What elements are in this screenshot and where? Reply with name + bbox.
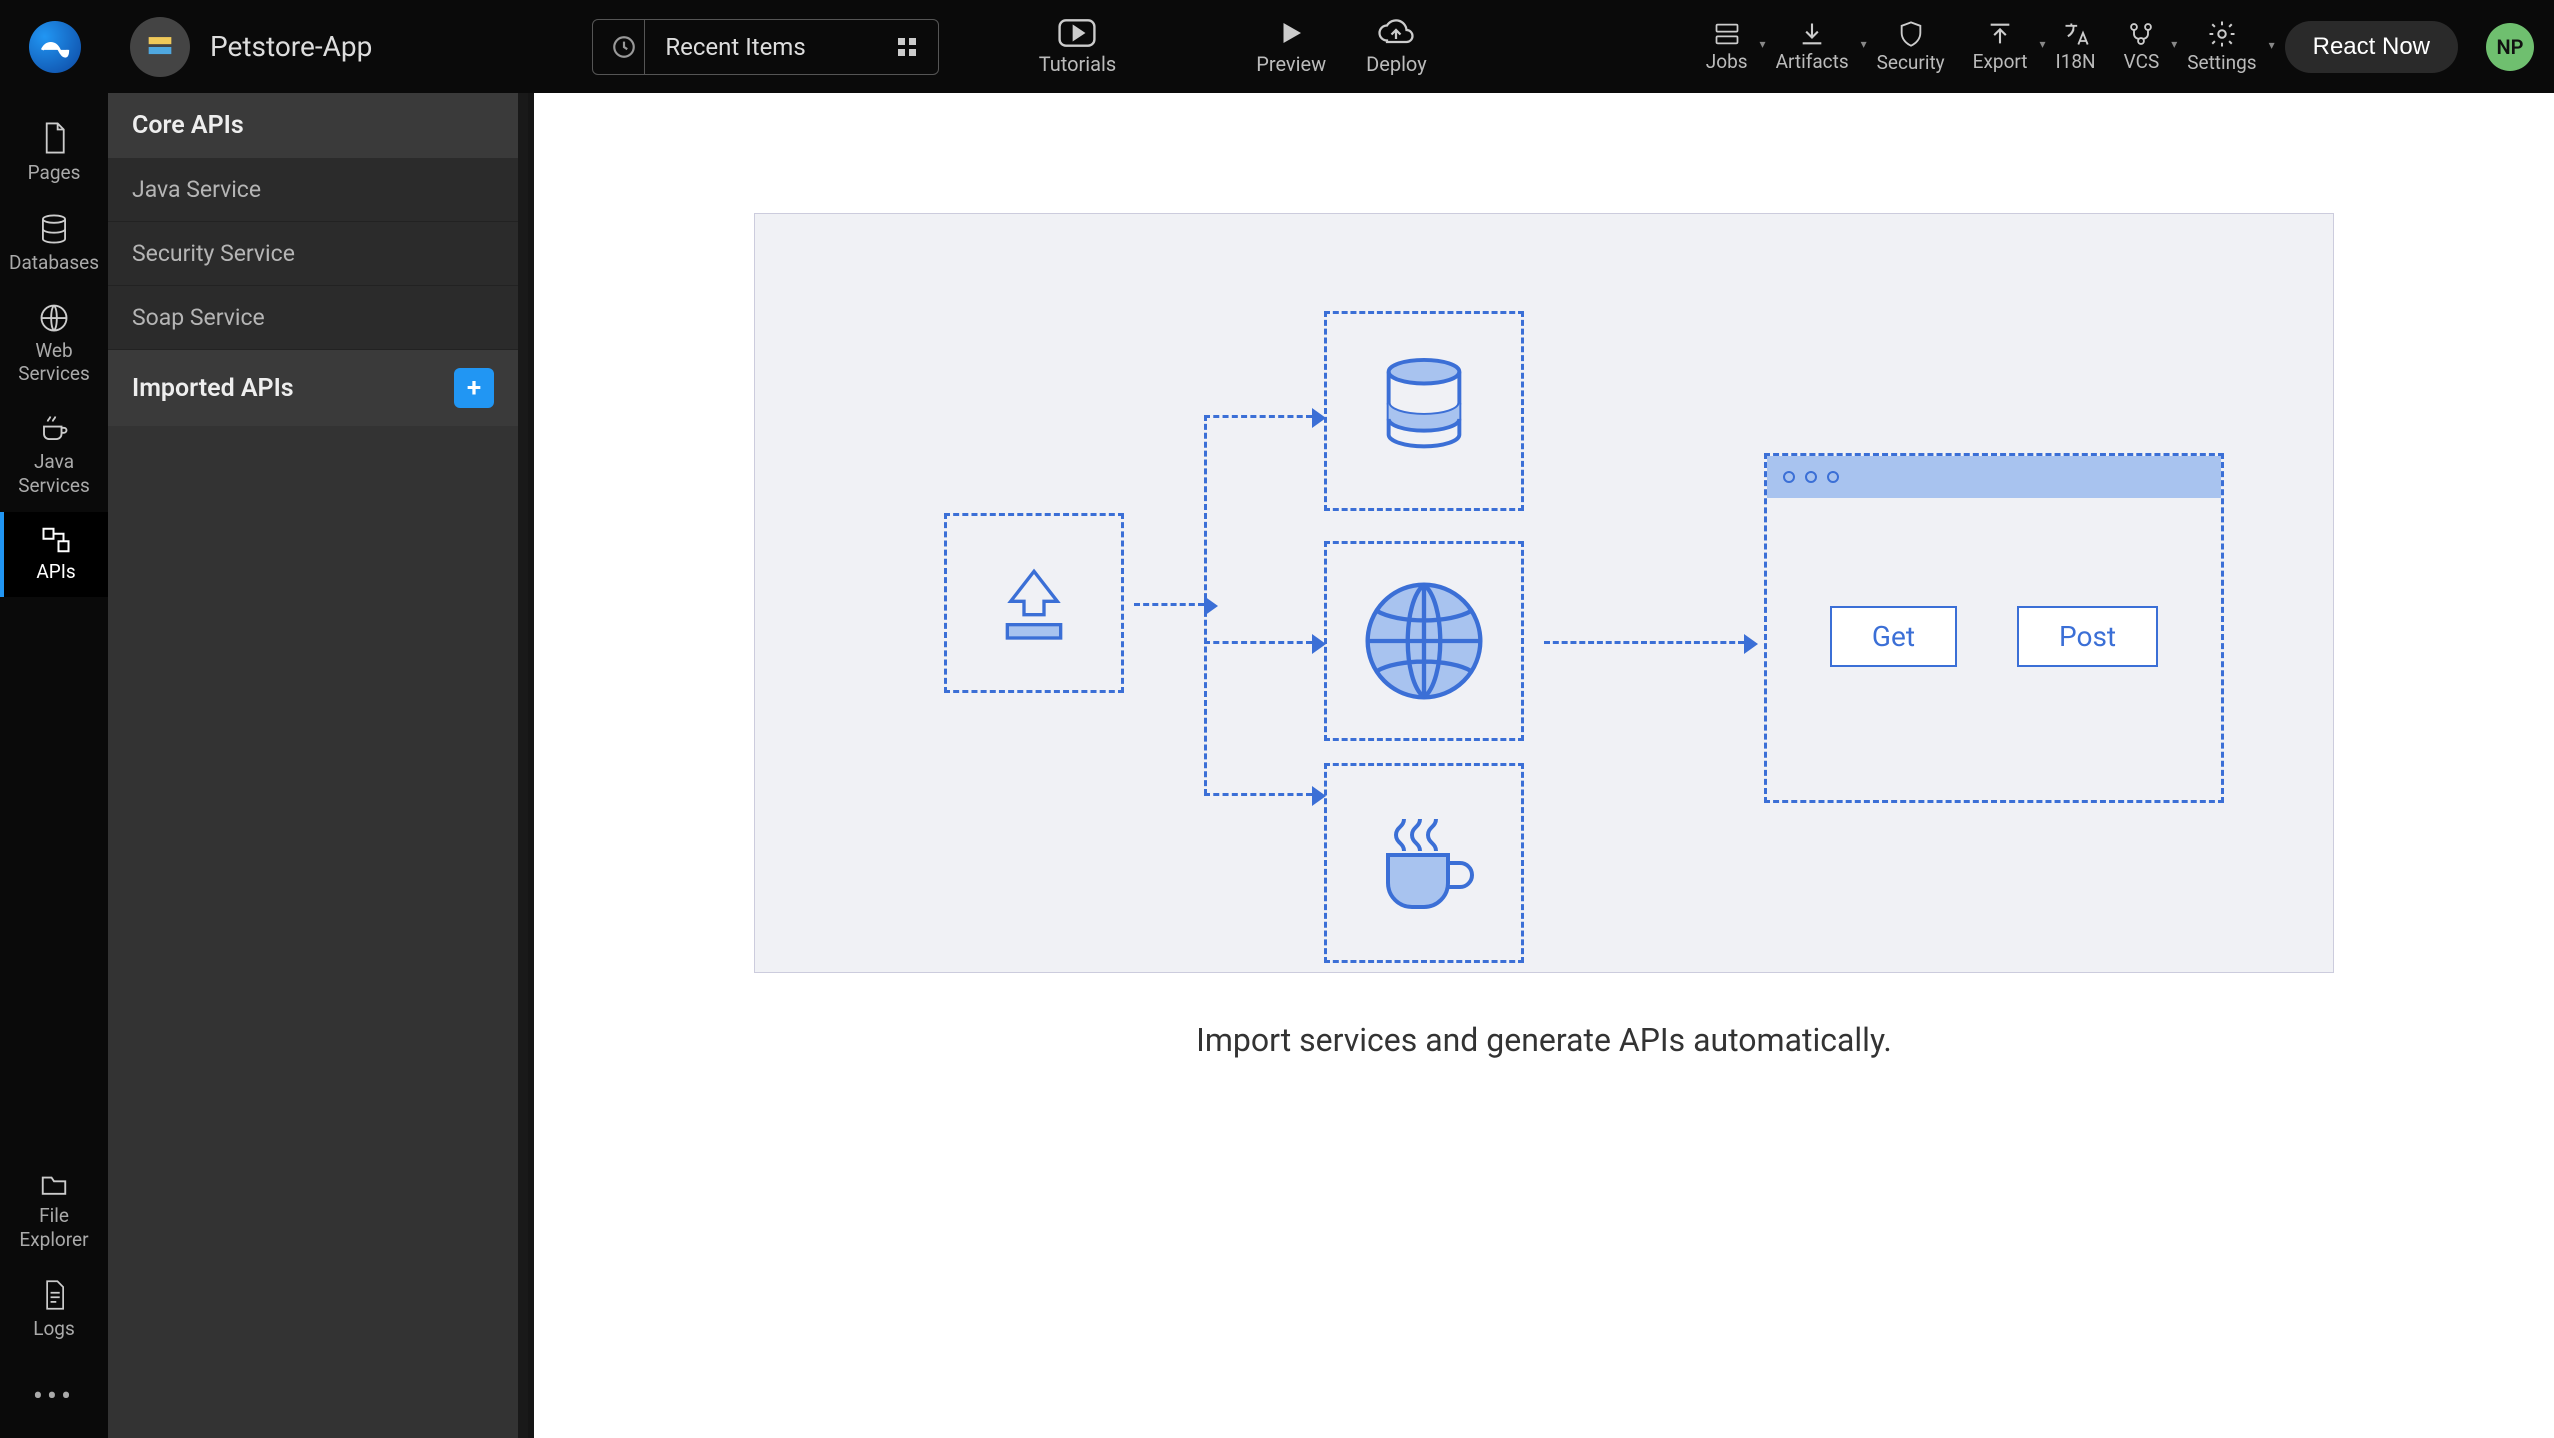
settings-button[interactable]: Settings ▾	[2187, 19, 2256, 74]
rail-file-explorer[interactable]: File Explorer	[0, 1158, 108, 1266]
illustration-arrow	[1204, 415, 1312, 418]
core-apis-header[interactable]: Core APIs	[108, 93, 518, 158]
globe-icon	[39, 303, 69, 333]
plus-icon: +	[467, 373, 481, 403]
preview-button[interactable]: Preview	[1256, 18, 1326, 76]
gear-icon	[2207, 19, 2237, 49]
deploy-button[interactable]: Deploy	[1366, 18, 1427, 76]
panel-resizer[interactable]	[528, 93, 534, 1438]
empty-state-caption: Import services and generate APIs automa…	[1196, 1021, 1892, 1059]
illustration-arrow	[1134, 603, 1204, 606]
add-imported-api-button[interactable]: +	[454, 368, 494, 408]
topbar: Petstore-App Recent Items Tutorials	[0, 0, 2554, 93]
api-icon	[41, 526, 71, 554]
vcs-button[interactable]: VCS ▾	[2124, 20, 2160, 73]
react-now-button[interactable]: React Now	[2285, 21, 2458, 73]
history-icon	[603, 20, 645, 74]
app-name: Petstore-App	[210, 30, 372, 63]
illustration-globe-box	[1324, 541, 1524, 741]
i18n-button[interactable]: I18N	[2056, 20, 2096, 73]
side-panel: Core APIs Java Service Security Service …	[108, 93, 528, 1438]
translate-icon	[2061, 20, 2091, 48]
folder-icon	[39, 1172, 69, 1198]
export-button[interactable]: Export ▾	[1973, 20, 2028, 73]
globe-icon	[1359, 576, 1489, 706]
artifacts-button[interactable]: Artifacts ▾	[1776, 20, 1849, 73]
cloud-upload-icon	[1378, 18, 1414, 48]
recent-items-label: Recent Items	[645, 33, 885, 61]
chevron-down-icon: ▾	[1861, 37, 1867, 51]
avatar[interactable]: NP	[2486, 23, 2534, 71]
illustration-window-box: Get Post	[1764, 453, 2224, 803]
rail-databases[interactable]: Databases	[0, 199, 108, 289]
window-dot-icon	[1827, 471, 1839, 483]
window-dot-icon	[1783, 471, 1795, 483]
chevron-down-icon: ▾	[1760, 37, 1766, 51]
illustration-get-button: Get	[1830, 606, 1957, 667]
document-icon	[40, 1279, 68, 1311]
illustration-window-header	[1767, 456, 2221, 498]
core-api-soap-service[interactable]: Soap Service	[108, 286, 518, 350]
illustration-coffee-box	[1324, 763, 1524, 963]
video-icon	[1058, 18, 1096, 48]
illustration-post-button: Post	[2017, 606, 2158, 667]
coffee-icon	[1364, 803, 1484, 923]
page-icon	[39, 121, 69, 155]
imported-apis-header[interactable]: Imported APIs +	[108, 350, 518, 426]
grid-icon[interactable]	[886, 35, 928, 59]
main-canvas: Get Post Import services and generate AP…	[534, 93, 2554, 1438]
app-type-icon[interactable]	[130, 17, 190, 77]
server-icon	[1712, 20, 1742, 48]
rail-java-services[interactable]: Java Services	[0, 400, 108, 512]
database-icon	[39, 213, 69, 245]
rail-web-services[interactable]: Web Services	[0, 289, 108, 401]
branch-icon	[2126, 20, 2156, 48]
chevron-down-icon: ▾	[2040, 37, 2046, 51]
tutorials-button[interactable]: Tutorials	[1039, 18, 1117, 76]
rail-logs[interactable]: Logs	[0, 1265, 108, 1355]
core-api-java-service[interactable]: Java Service	[108, 158, 518, 222]
empty-state-illustration: Get Post	[754, 213, 2334, 973]
window-dot-icon	[1805, 471, 1817, 483]
wave-logo-icon	[38, 30, 72, 64]
recent-items-dropdown[interactable]: Recent Items	[592, 19, 938, 75]
database-icon	[1374, 356, 1474, 466]
illustration-upload-box	[944, 513, 1124, 693]
rail-apis[interactable]: APIs	[0, 512, 108, 598]
upload-icon	[984, 558, 1084, 648]
more-icon: •••	[33, 1379, 75, 1414]
upload-icon	[1986, 20, 2014, 48]
illustration-db-box	[1324, 311, 1524, 511]
jobs-button[interactable]: Jobs ▾	[1706, 20, 1748, 73]
play-icon	[1276, 18, 1306, 48]
app-logo[interactable]	[0, 0, 110, 93]
illustration-arrow	[1544, 641, 1744, 644]
shield-icon	[1897, 19, 1925, 49]
illustration-arrow	[1204, 793, 1312, 796]
illustration-arrow	[1204, 641, 1312, 644]
security-button[interactable]: Security	[1877, 19, 1945, 74]
left-rail: Pages Databases Web Services Java Servic…	[0, 93, 108, 1438]
chevron-down-icon: ▾	[2269, 38, 2275, 52]
download-icon	[1798, 20, 1826, 48]
rail-pages[interactable]: Pages	[0, 107, 108, 199]
rail-more[interactable]: •••	[33, 1355, 75, 1438]
chevron-down-icon: ▾	[2171, 37, 2177, 51]
stack-icon	[143, 30, 177, 64]
core-api-security-service[interactable]: Security Service	[108, 222, 518, 286]
coffee-icon	[39, 414, 69, 444]
